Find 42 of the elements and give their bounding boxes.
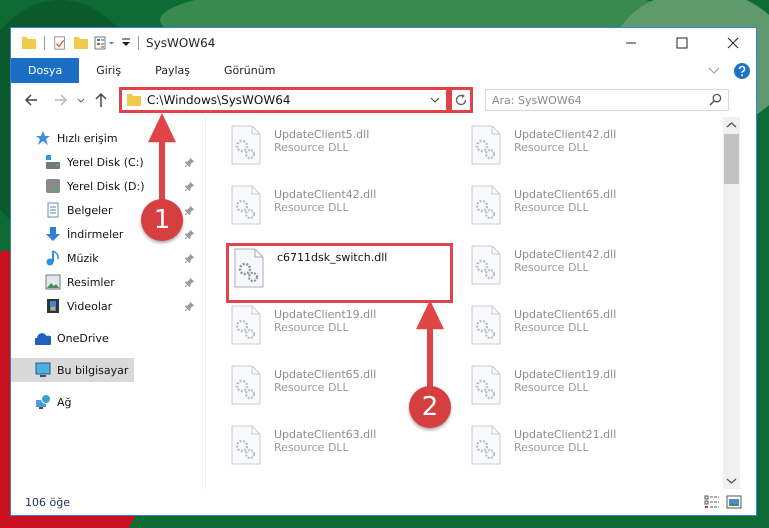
sidebar-item[interactable]: Yerel Disk (C:) (11, 150, 150, 174)
sidebar-item[interactable]: Yerel Disk (D:) (11, 174, 151, 198)
file-type: Resource DLL (274, 141, 350, 154)
sidebar-item[interactable]: İndirmeler (11, 222, 130, 246)
file-type: Resource DLL (514, 381, 590, 394)
search-field[interactable]: Ara: SysWOW64 (485, 89, 729, 111)
file-name: UpdateClient65.dll (274, 368, 376, 381)
file-name: UpdateClient65.dll (514, 188, 616, 201)
address-bar[interactable]: C:\Windows\SysWOW64 (119, 87, 449, 113)
ribbon-tab[interactable]: Dosya (11, 58, 80, 83)
sidebar-item[interactable]: OneDrive (11, 326, 115, 350)
file-type: Resource DLL (274, 201, 350, 214)
file-type: Resource DLL (514, 201, 590, 214)
file-name: UpdateClient65.dll (514, 308, 616, 321)
sidebar-item[interactable]: Ağ (11, 390, 78, 414)
file-name: UpdateClient42.dll (274, 188, 376, 201)
sidebar-item[interactable]: Videolar (11, 294, 118, 318)
file-name: UpdateClient5.dll (274, 128, 370, 141)
file-name: UpdateClient63.dll (274, 428, 376, 441)
item-count: 106 öğe (25, 496, 70, 508)
file-type: Resource DLL (514, 441, 590, 454)
file-type: Resource DLL (514, 261, 590, 274)
file-name: UpdateClient19.dll (274, 308, 376, 321)
file-type: Resource DLL (274, 321, 350, 334)
ribbon-tab[interactable]: Görünüm (207, 58, 292, 83)
file-name: UpdateClient21.dll (514, 428, 616, 441)
file-type: Resource DLL (274, 441, 350, 454)
ribbon-tab[interactable]: Paylaş (138, 58, 207, 83)
window-title: SysWOW64 (146, 36, 216, 50)
sidebar-item[interactable]: Bu bilgisayar (11, 358, 134, 382)
file-type: Resource DLL (274, 381, 350, 394)
sidebar-item[interactable]: Müzik (11, 246, 105, 270)
sidebar-item[interactable]: Resimler (11, 270, 121, 294)
file-type: Resource DLL (514, 141, 590, 154)
ribbon-tab[interactable]: Giriş (79, 58, 138, 83)
sidebar-item[interactable]: Hızlı erişim (11, 126, 124, 150)
sidebar-item[interactable]: Belgeler (11, 198, 118, 222)
file-name: UpdateClient19.dll (514, 368, 616, 381)
file-type: Resource DLL (514, 321, 590, 334)
file-name: UpdateClient42.dll (514, 128, 616, 141)
file-name: c6711dsk_switch.dll (277, 251, 388, 264)
file-name: UpdateClient42.dll (514, 248, 616, 261)
